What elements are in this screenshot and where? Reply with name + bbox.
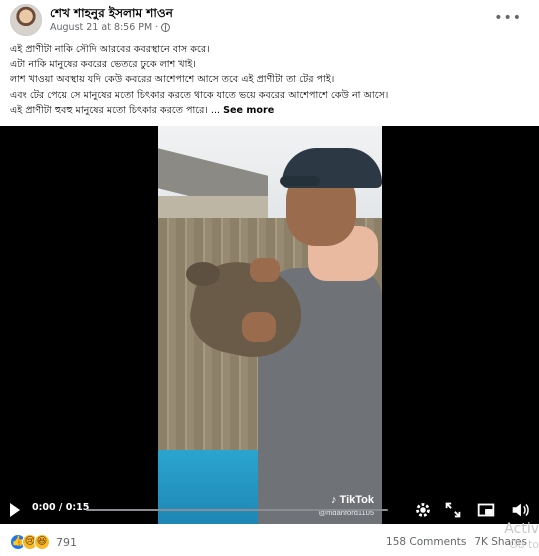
play-icon[interactable] [10,503,20,517]
reaction-count[interactable]: 791 [56,536,77,549]
more-icon[interactable]: ••• [494,10,522,26]
globe-icon [161,23,171,32]
post-caption: এই প্রাণীটা নাকি সৌদি আরবের কবরস্থানে বা… [10,42,530,118]
caption-line-last: এই প্রাণীটা হুবহু মানুষের মতো চিৎকার করত… [10,103,530,118]
caption-last-text: এই প্রাণীটা হুবহু মানুষের মতো চিৎকার করত… [10,104,221,116]
post-date[interactable]: August 21 at 8:56 PM [50,22,152,33]
post-footer: 👍 😢 😆 791 158 Comments 7K Shares [0,528,539,556]
haha-icon: 😆 [34,534,50,550]
video-controls: 0:00 / 0:15 [0,496,539,524]
caption-line: এবং টের পেয়ে সে মানুষের মতো চিৎকার করতে… [10,89,389,101]
pip-icon[interactable] [475,499,497,521]
video-progress-bar[interactable] [86,509,388,511]
post-header: শেখ শাহনুর ইসলাম শাওন August 21 at 8:56 … [10,4,530,38]
expand-icon[interactable] [442,499,464,521]
caption-line: লাশ খাওয়া অবস্থায় যদি কেউ কবরের আশেপাশ… [10,74,335,86]
author-avatar[interactable] [10,4,42,36]
see-more-link[interactable]: See more [223,105,274,116]
video-time: 0:00 / 0:15 [32,502,90,513]
post-stats: 158 Comments 7K Shares [386,536,527,548]
reactions[interactable]: 👍 😢 😆 791 [10,534,77,550]
comments-count[interactable]: 158 Comments [386,536,466,548]
post-meta: August 21 at 8:56 PM · [50,22,171,33]
facebook-post: শেখ শাহনুর ইসলাম শাওন August 21 at 8:56 … [0,0,539,556]
os-activation-watermark-sub: Go to [509,538,539,551]
settings-icon[interactable] [412,499,434,521]
os-activation-watermark: Activ [504,521,539,537]
video-player[interactable]: ♪ TikTok @mdanford1105 [0,126,539,524]
caption-line: এটা নাকি মানুষের কবরের ভেতরে ঢুকে লাশ খা… [10,59,196,71]
caption-line: এই প্রাণীটা নাকি সৌদি আরবের কবরস্থানে বা… [10,44,210,55]
video-frame[interactable]: ♪ TikTok @mdanford1105 [158,126,382,524]
volume-icon[interactable] [509,499,531,521]
